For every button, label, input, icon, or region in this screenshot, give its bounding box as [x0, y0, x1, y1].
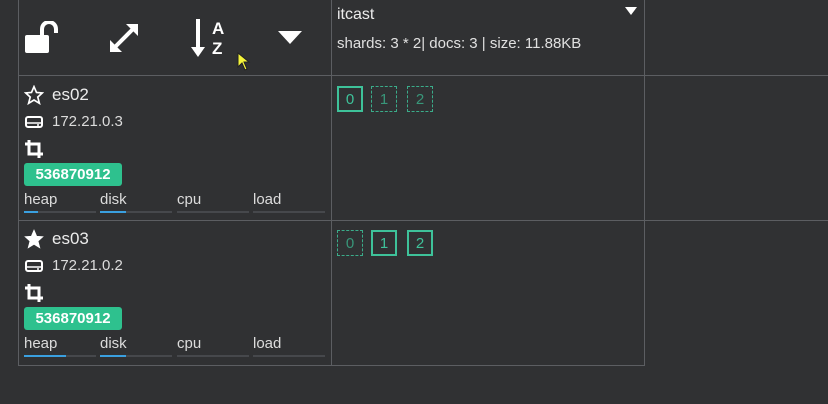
- metric-heap: heap: [24, 335, 96, 357]
- metric-disk: disk: [100, 191, 172, 213]
- unlock-button[interactable]: [20, 18, 60, 58]
- metric-track: [24, 211, 96, 213]
- metric-label: load: [253, 191, 282, 208]
- sort-az-button[interactable]: A Z: [190, 18, 230, 58]
- metric-label: heap: [24, 191, 58, 208]
- metric-heap: heap: [24, 191, 96, 213]
- metric-fill: [100, 355, 126, 357]
- metric-track: [253, 355, 325, 357]
- node-header: es02: [24, 85, 89, 105]
- sort-az-icon: A Z: [191, 19, 224, 58]
- sort-letter-z: Z: [212, 39, 222, 58]
- sort-letter-a: A: [212, 19, 224, 38]
- node-name: es02: [52, 85, 89, 104]
- metric-label: heap: [24, 335, 58, 352]
- node-badge: 536870912: [24, 307, 122, 330]
- index-stats: shards: 3 * 2| docs: 3 | size: 11.88KB: [337, 35, 582, 52]
- shard-0[interactable]: 0: [337, 230, 363, 256]
- node-header: es03: [24, 229, 89, 249]
- shard-1[interactable]: 1: [371, 230, 397, 256]
- caret-down-icon: [278, 31, 302, 44]
- metric-track: [100, 355, 172, 357]
- node-role: [24, 283, 44, 303]
- shard-2[interactable]: 2: [407, 230, 433, 256]
- shard-0[interactable]: 0: [337, 86, 363, 112]
- metric-fill: [24, 211, 39, 213]
- metric-load: load: [253, 335, 325, 357]
- star-outline-icon[interactable]: [24, 85, 44, 105]
- metric-disk: disk: [100, 335, 172, 357]
- shard-2[interactable]: 2: [407, 86, 433, 112]
- metric-cpu: cpu: [177, 335, 249, 357]
- index-menu-caret-icon[interactable]: [625, 6, 637, 16]
- metric-label: cpu: [177, 191, 202, 208]
- header-divider: [19, 75, 828, 76]
- metric-track: [24, 355, 96, 357]
- node-address: 172.21.0.2: [24, 257, 123, 274]
- column-divider: [331, 0, 332, 366]
- metric-fill: [24, 355, 66, 357]
- expand-icon: [110, 24, 138, 52]
- unlock-icon: [25, 21, 58, 53]
- metric-label: cpu: [177, 335, 202, 352]
- node-ip: 172.21.0.2: [52, 257, 123, 274]
- hard-drive-icon: [25, 115, 43, 128]
- node-address: 172.21.0.3: [24, 113, 123, 130]
- index-name[interactable]: itcast: [337, 6, 374, 24]
- metric-fill: [100, 211, 126, 213]
- dropdown-button[interactable]: [270, 18, 310, 58]
- metric-cpu: cpu: [177, 191, 249, 213]
- row-divider: [19, 220, 828, 221]
- node-ip: 172.21.0.3: [52, 113, 123, 130]
- star-filled-icon[interactable]: [24, 229, 44, 249]
- node-role: [24, 139, 44, 159]
- column-divider: [644, 0, 645, 366]
- metric-label: load: [253, 335, 282, 352]
- metric-label: disk: [100, 335, 127, 352]
- metric-track: [177, 211, 249, 213]
- metric-load: load: [253, 191, 325, 213]
- crop-icon: [25, 284, 43, 302]
- metric-track: [177, 355, 249, 357]
- hard-drive-icon: [25, 259, 43, 272]
- crop-icon: [25, 140, 43, 158]
- metric-track: [100, 211, 172, 213]
- node-name: es03: [52, 229, 89, 248]
- node-badge: 536870912: [24, 163, 122, 186]
- metric-label: disk: [100, 191, 127, 208]
- mouse-cursor-icon: [237, 52, 251, 71]
- metric-track: [253, 211, 325, 213]
- expand-button[interactable]: [104, 18, 144, 58]
- shard-1[interactable]: 1: [371, 86, 397, 112]
